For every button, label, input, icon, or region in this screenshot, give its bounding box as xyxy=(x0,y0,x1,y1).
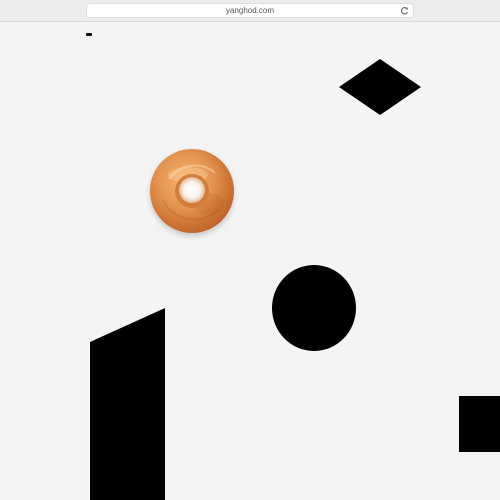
circle-shape xyxy=(272,265,356,351)
donut-image xyxy=(150,149,234,233)
browser-toolbar: yanghod.com xyxy=(0,0,500,22)
browser-window: yanghod.com xyxy=(0,0,500,500)
edge-square-shape xyxy=(459,396,500,452)
diamond-shape xyxy=(339,59,421,115)
address-bar[interactable]: yanghod.com xyxy=(86,3,414,18)
address-text: yanghod.com xyxy=(225,6,275,15)
slanted-slab-shape xyxy=(90,308,165,500)
page-canvas xyxy=(0,22,500,500)
reload-icon[interactable] xyxy=(400,6,409,15)
logo-mark[interactable] xyxy=(86,33,92,36)
